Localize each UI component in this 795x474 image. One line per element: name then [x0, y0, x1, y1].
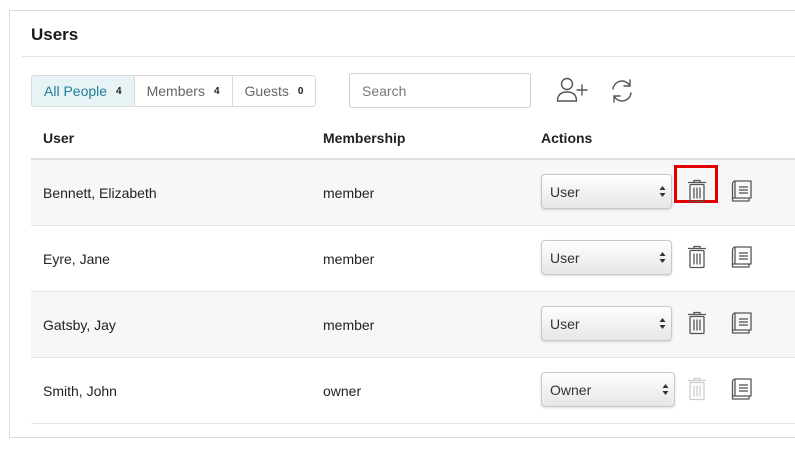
tab-count-badge: 4	[213, 85, 220, 97]
tab-label: Members	[146, 83, 205, 99]
role-select[interactable]: User	[541, 174, 672, 209]
trash-icon[interactable]	[687, 179, 707, 206]
trash-icon[interactable]	[687, 245, 707, 272]
user-name: Bennett, Elizabeth	[43, 184, 157, 201]
table-row: Gatsby, Jay member User	[31, 292, 795, 358]
select-arrows-icon	[659, 186, 666, 197]
membership-value: member	[323, 184, 375, 201]
role-select[interactable]: User	[541, 306, 672, 341]
book-icon[interactable]	[731, 245, 753, 272]
table-row: Smith, John owner Owner	[31, 358, 795, 424]
refresh-icon[interactable]	[609, 77, 635, 110]
trash-icon[interactable]	[687, 311, 707, 338]
select-arrows-icon	[662, 384, 669, 395]
user-name: Eyre, Jane	[43, 250, 110, 267]
tab-all-people[interactable]: All People 4	[32, 76, 134, 106]
column-header-user: User	[43, 130, 75, 146]
select-arrows-icon	[659, 318, 666, 329]
tab-count-badge: 0	[297, 85, 304, 97]
select-arrows-icon	[659, 252, 666, 263]
filter-tabs: All People 4 Members 4 Guests 0	[31, 75, 317, 107]
table-header: User Membership Actions	[31, 117, 795, 160]
user-name: Gatsby, Jay	[43, 316, 116, 333]
membership-value: owner	[323, 382, 362, 399]
column-header-membership: Membership	[323, 130, 406, 146]
role-select-value: Owner	[550, 381, 592, 398]
book-icon[interactable]	[731, 311, 753, 338]
tab-label: All People	[44, 83, 108, 99]
tab-label: Guests	[244, 83, 289, 99]
trash-icon-disabled	[687, 377, 707, 404]
table-row: Eyre, Jane member User	[31, 226, 795, 292]
users-table: User Membership Actions Bennett, Elizabe…	[31, 117, 795, 424]
search-input[interactable]	[349, 73, 531, 108]
book-icon[interactable]	[731, 179, 753, 206]
users-panel: Users All People 4 Members 4 Guests 0 Se…	[9, 10, 795, 438]
role-select-value: User	[550, 315, 580, 332]
role-select-value: User	[550, 249, 580, 266]
role-select[interactable]: Owner	[541, 372, 675, 407]
role-select-value: User	[550, 183, 580, 200]
tab-count-badge: 4	[116, 85, 122, 97]
book-icon[interactable]	[731, 377, 753, 404]
user-name: Smith, John	[43, 382, 117, 399]
tab-members[interactable]: Members 4	[133, 76, 232, 106]
membership-value: member	[323, 250, 375, 267]
title-divider	[22, 56, 795, 57]
tab-guests[interactable]: Guests 0	[231, 76, 316, 106]
table-row: Bennett, Elizabeth member User	[31, 160, 795, 226]
role-select[interactable]: User	[541, 240, 672, 275]
add-user-icon[interactable]	[556, 76, 588, 109]
membership-value: member	[323, 316, 375, 333]
column-header-actions: Actions	[541, 130, 593, 146]
panel-title: Users	[31, 25, 79, 44]
